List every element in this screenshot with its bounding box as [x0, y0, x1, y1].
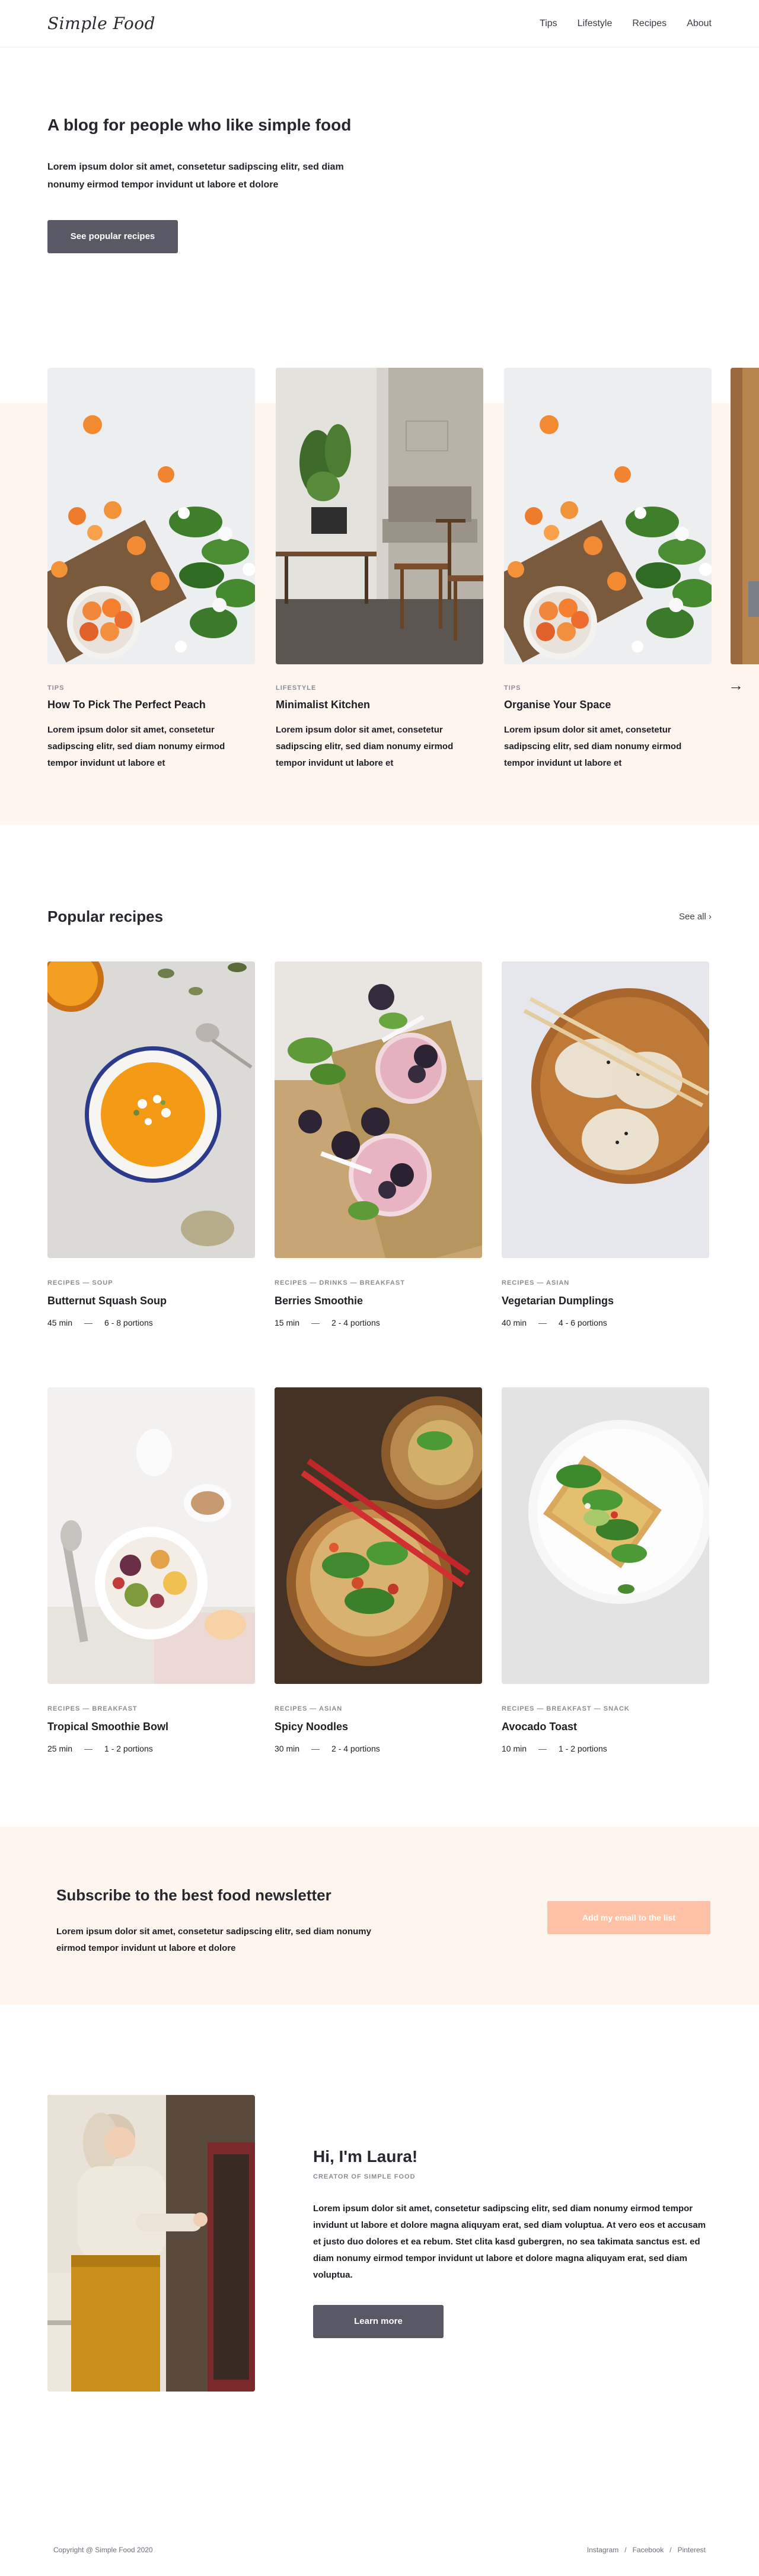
card-category: TIPS: [504, 684, 521, 692]
link-separator: /: [624, 2546, 627, 2554]
recipe-card[interactable]: RECIPES — SOUP Butternut Squash Soup 45 …: [47, 961, 255, 1387]
card-excerpt: Lorem ipsum dolor sit amet, consetetur s…: [47, 725, 225, 768]
carousel-next-arrow-icon[interactable]: →: [728, 676, 744, 695]
card-title[interactable]: How To Pick The Perfect Peach: [47, 699, 255, 711]
card-title[interactable]: Organise Your Space: [504, 699, 712, 711]
site-header: Simple Food Tips Lifestyle Recipes About: [0, 0, 759, 47]
recipe-portions: 2 - 4 portions: [331, 1318, 380, 1327]
add-email-button[interactable]: Add my email to the list: [547, 1901, 710, 1934]
learn-more-button[interactable]: Learn more: [313, 2305, 444, 2338]
recipe-portions: 1 - 2 portions: [104, 1744, 153, 1753]
recipe-time: 40 min: [502, 1318, 527, 1327]
meta-separator: —: [84, 1744, 93, 1753]
recipe-title[interactable]: Spicy Noodles: [275, 1721, 482, 1733]
nav-link-recipes[interactable]: Recipes: [632, 18, 666, 29]
recipe-time: 10 min: [502, 1744, 527, 1753]
about-text: Lorem ipsum dolor sit amet, consetetur s…: [313, 2204, 706, 2280]
main-nav: Tips Lifestyle Recipes About: [540, 18, 712, 29]
recipe-meta: 40 min — 4 - 6 portions: [502, 1318, 709, 1327]
recipe-portions: 6 - 8 portions: [104, 1318, 153, 1327]
nav-link-tips[interactable]: Tips: [540, 18, 557, 29]
recipe-card[interactable]: RECIPES — ASIAN Spicy Noodles 30 min — 2…: [275, 1387, 482, 1813]
popular-recipes-section: Popular recipes See all › RECIPES — SOUP…: [0, 824, 759, 1827]
recipe-time: 30 min: [275, 1744, 300, 1753]
recipe-portions: 2 - 4 portions: [331, 1744, 380, 1753]
recipe-category: RECIPES — DRINKS — BREAKFAST: [275, 1279, 405, 1287]
recipe-title[interactable]: Berries Smoothie: [275, 1295, 482, 1307]
kitchen-image: [276, 368, 483, 664]
nav-link-lifestyle[interactable]: Lifestyle: [578, 18, 613, 29]
carousel-card[interactable]: TIPS How To Pick The Perfect Peach Lorem…: [47, 368, 255, 772]
peaches-image: [47, 368, 255, 664]
recipe-portions: 1 - 2 portions: [559, 1744, 607, 1753]
dumplings-image: [502, 961, 709, 1258]
recipe-title[interactable]: Butternut Squash Soup: [47, 1295, 255, 1307]
newsletter-section: Subscribe to the best food newsletter Lo…: [0, 1827, 759, 2005]
recipe-time: 15 min: [275, 1318, 300, 1327]
recipe-time: 45 min: [47, 1318, 73, 1327]
recipe-title[interactable]: Tropical Smoothie Bowl: [47, 1721, 255, 1733]
featured-carousel: TIPS How To Pick The Perfect Peach Lorem…: [0, 368, 759, 824]
recipe-meta: 10 min — 1 - 2 portions: [502, 1744, 709, 1753]
site-footer: Copyright @ Simple Food 2020 Instagram /…: [0, 2524, 759, 2576]
copyright: Copyright @ Simple Food 2020: [53, 2546, 153, 2554]
instagram-link[interactable]: Instagram: [587, 2546, 618, 2554]
see-all-link[interactable]: See all ›: [679, 912, 712, 922]
about-role: CREATOR OF SIMPLE FOOD: [313, 2173, 416, 2180]
card-category: TIPS: [47, 684, 65, 692]
avocado-toast-image: [502, 1387, 709, 1684]
recipe-category: RECIPES — BREAKFAST — SNACK: [502, 1705, 630, 1712]
recipe-category: RECIPES — ASIAN: [275, 1705, 343, 1712]
newsletter-text: Lorem ipsum dolor sit amet, consetetur s…: [56, 1927, 371, 1953]
smoothie-bowl-image: [47, 1387, 255, 1684]
hero-text: Lorem ipsum dolor sit amet, consetetur s…: [47, 162, 344, 190]
organise-image: [504, 368, 712, 664]
recipe-category: RECIPES — BREAKFAST: [47, 1705, 138, 1712]
recipe-meta: 30 min — 2 - 4 portions: [275, 1744, 482, 1753]
laura-portrait-image: [47, 2095, 255, 2392]
recipe-category: RECIPES — ASIAN: [502, 1279, 570, 1287]
recipe-meta: 15 min — 2 - 4 portions: [275, 1318, 482, 1327]
recipe-meta: 25 min — 1 - 2 portions: [47, 1744, 255, 1753]
recipe-card[interactable]: RECIPES — BREAKFAST Tropical Smoothie Bo…: [47, 1387, 255, 1813]
link-separator: /: [669, 2546, 672, 2554]
recipe-card[interactable]: RECIPES — DRINKS — BREAKFAST Berries Smo…: [275, 961, 482, 1387]
popular-recipes-title: Popular recipes: [47, 908, 164, 925]
pinterest-link[interactable]: Pinterest: [678, 2546, 706, 2554]
site-logo[interactable]: Simple Food: [47, 14, 155, 33]
hero-section: A blog for people who like simple food L…: [0, 47, 759, 368]
recipe-portions: 4 - 6 portions: [559, 1318, 607, 1327]
social-links: Instagram / Facebook / Pinterest: [587, 2546, 706, 2554]
card-excerpt: Lorem ipsum dolor sit amet, consetetur s…: [276, 725, 454, 768]
butternut-soup-image: [47, 961, 255, 1258]
recipe-card[interactable]: RECIPES — ASIAN Vegetarian Dumplings 40 …: [502, 961, 709, 1387]
meta-separator: —: [538, 1744, 547, 1753]
meta-separator: —: [84, 1318, 93, 1327]
meta-separator: —: [311, 1744, 320, 1753]
recipe-time: 25 min: [47, 1744, 73, 1753]
about-section: Hi, I'm Laura! CREATOR OF SIMPLE FOOD Lo…: [0, 2005, 759, 2524]
card-category: LIFESTYLE: [276, 684, 317, 692]
popular-recipes-button[interactable]: See popular recipes: [47, 220, 178, 253]
about-title: Hi, I'm Laura!: [313, 2147, 418, 2166]
next-card-peek[interactable]: [731, 368, 759, 664]
carousel-card[interactable]: LIFESTYLE Minimalist Kitchen Lorem ipsum…: [276, 368, 483, 772]
spicy-noodles-image: [275, 1387, 482, 1684]
recipe-card[interactable]: RECIPES — BREAKFAST — SNACK Avocado Toas…: [502, 1387, 709, 1813]
recipe-category: RECIPES — SOUP: [47, 1279, 113, 1287]
nav-link-about[interactable]: About: [687, 18, 712, 29]
hero-title: A blog for people who like simple food: [47, 116, 352, 134]
recipe-title[interactable]: Avocado Toast: [502, 1721, 709, 1733]
meta-separator: —: [311, 1318, 320, 1327]
recipe-meta: 45 min — 6 - 8 portions: [47, 1318, 255, 1327]
recipe-title[interactable]: Vegetarian Dumplings: [502, 1295, 709, 1307]
card-excerpt: Lorem ipsum dolor sit amet, consetetur s…: [504, 725, 682, 768]
card-title[interactable]: Minimalist Kitchen: [276, 699, 483, 711]
meta-separator: —: [538, 1318, 547, 1327]
carousel-card[interactable]: TIPS Organise Your Space Lorem ipsum dol…: [504, 368, 712, 772]
berries-smoothie-image: [275, 961, 482, 1258]
facebook-link[interactable]: Facebook: [633, 2546, 664, 2554]
